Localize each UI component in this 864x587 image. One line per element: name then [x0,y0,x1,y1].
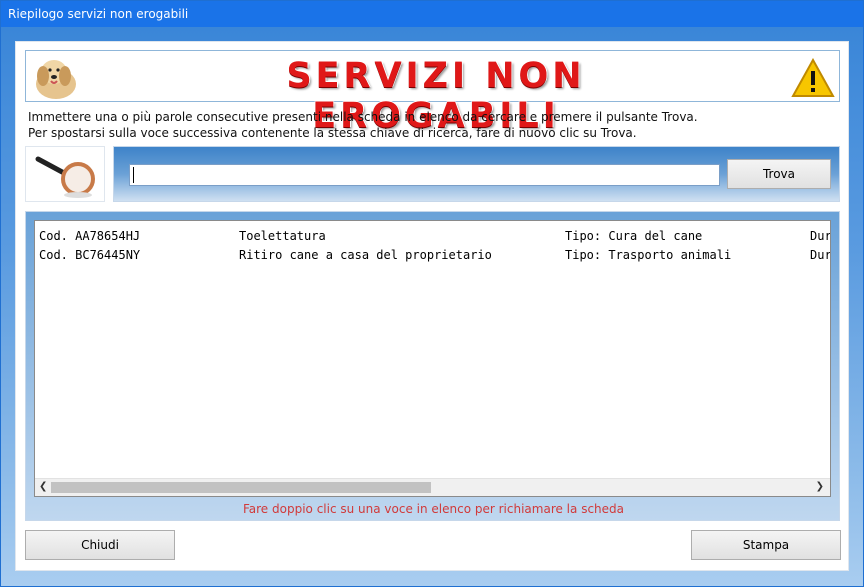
magnifier-box [25,146,105,202]
list-item-code: Cod. AA78654HJ [39,229,141,243]
scrollbar-thumb[interactable] [51,482,431,493]
list-item-name: Toelettatura [239,229,326,243]
list-item-name: Ritiro cane a casa del proprietario [239,248,492,262]
find-button[interactable]: Trova [727,159,831,189]
horizontal-scrollbar[interactable]: ❮ ❯ [35,478,830,496]
list-item-type: Tipo: Cura del cane [565,229,703,243]
instructions-line-2: Per spostarsi sulla voce successiva cont… [28,126,637,140]
list-item[interactable]: Cod. BC76445NY Ritiro cane a casa del pr… [39,248,830,266]
services-list[interactable]: Cod. AA78654HJ Toelettatura Tipo: Cura d… [34,220,831,497]
title-bar: Riepilogo servizi non erogabili [1,1,863,27]
list-item-extra: Dur [810,248,831,262]
banner: SERVIZI NON EROGABILI [25,50,840,136]
print-button[interactable]: Stampa [691,530,841,560]
search-input[interactable] [129,164,720,186]
window-title: Riepilogo servizi non erogabili [8,7,189,21]
dog-icon [36,60,76,99]
list-item[interactable]: Cod. AA78654HJ Toelettatura Tipo: Cura d… [39,229,830,247]
list-frame: Cod. AA78654HJ Toelettatura Tipo: Cura d… [25,211,840,521]
list-item-extra: Dur [810,229,831,243]
search-bar: Trova [113,146,840,202]
list-item-code: Cod. BC76445NY [39,248,141,262]
scroll-right-icon[interactable]: ❯ [816,481,824,492]
instructions-line-1: Immettere una o più parole consecutive p… [28,110,698,124]
search-row: Trova [25,146,840,204]
window: Riepilogo servizi non erogabili SERVIZI … [0,0,864,587]
list-item-type: Tipo: Trasporto animali [565,248,732,262]
warning-icon [791,58,835,97]
client-area: SERVIZI NON EROGABILI Immettere una o pi… [1,27,863,586]
text-caret [133,167,134,183]
magnifier-icon [35,156,95,198]
scroll-left-icon[interactable]: ❮ [39,481,47,492]
close-button[interactable]: Chiudi [25,530,175,560]
instructions: Immettere una o più parole consecutive p… [28,109,838,141]
double-click-hint: Fare doppio clic su una voce in elenco p… [242,502,624,516]
main-panel: SERVIZI NON EROGABILI Immettere una o pi… [15,41,849,571]
